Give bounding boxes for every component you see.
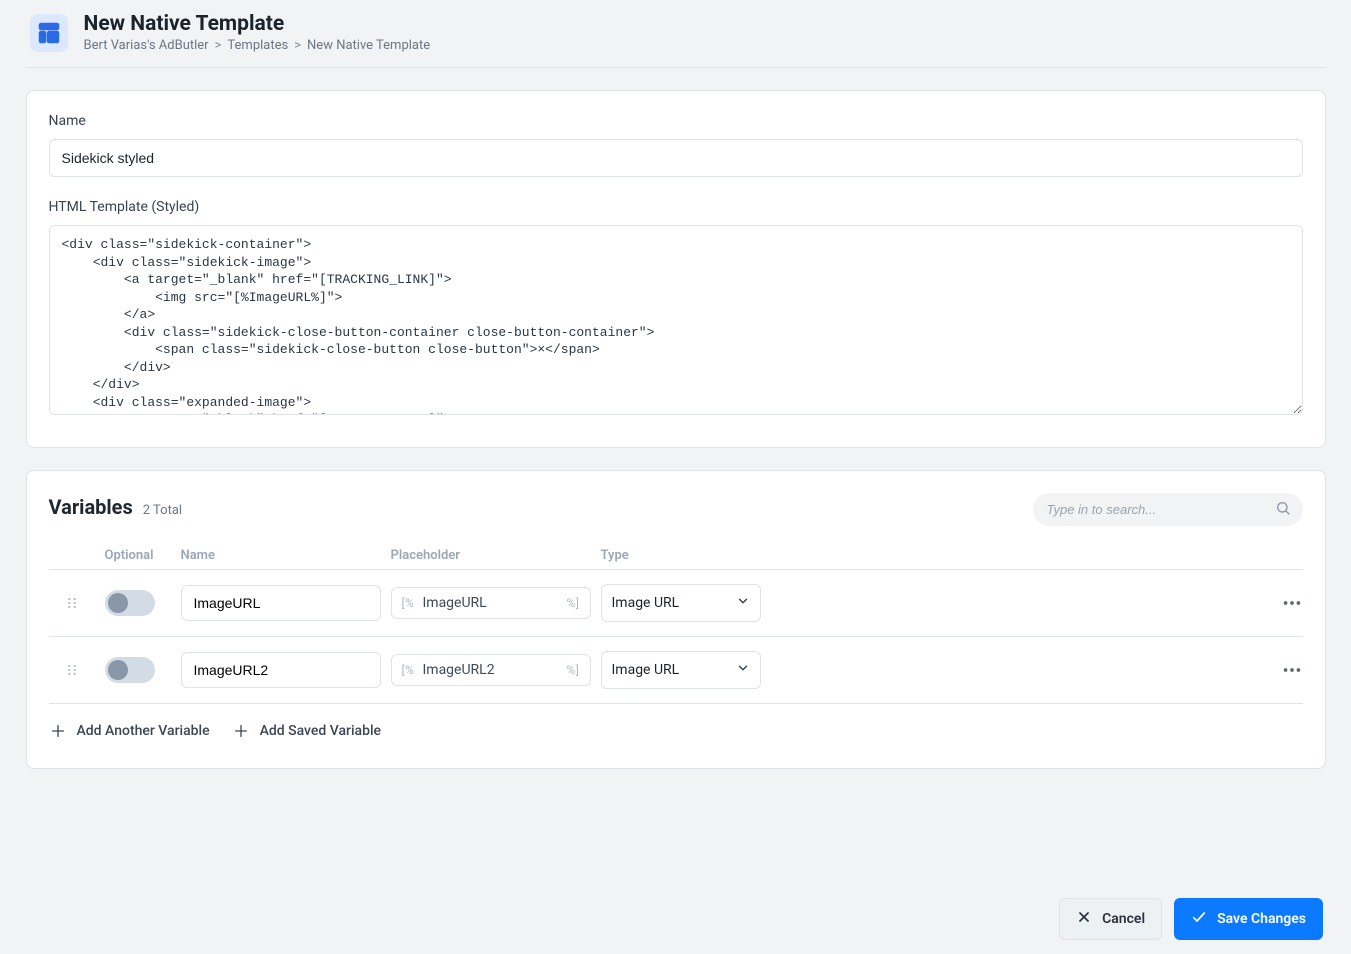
chevron-right-icon: >	[294, 38, 301, 53]
breadcrumb-item-current: New Native Template	[307, 38, 430, 53]
cancel-button[interactable]: Cancel	[1059, 898, 1162, 940]
breadcrumb: Bert Varias's AdButler > Templates > New…	[84, 38, 431, 53]
footer-actions: Cancel Save Changes	[0, 884, 1351, 954]
check-icon	[1191, 909, 1207, 929]
variable-type-select[interactable]: Image URL	[601, 584, 761, 622]
placeholder-suffix: %]	[567, 663, 580, 677]
template-form-panel: Name HTML Template (Styled)	[26, 90, 1326, 448]
drag-handle-icon[interactable]	[49, 595, 95, 611]
col-placeholder: Placeholder	[391, 548, 591, 563]
add-saved-variable-button[interactable]: Add Saved Variable	[232, 722, 381, 740]
optional-toggle[interactable]	[105, 590, 155, 616]
search-input[interactable]	[1033, 493, 1303, 526]
breadcrumb-item-root[interactable]: Bert Varias's AdButler	[84, 38, 209, 53]
name-input[interactable]	[49, 139, 1303, 177]
placeholder-prefix: [%	[402, 596, 415, 610]
row-more-button[interactable]	[1259, 592, 1303, 614]
row-more-button[interactable]	[1259, 659, 1303, 681]
chevron-right-icon: >	[215, 38, 222, 53]
variable-row: [% ImageURL %] Image URL	[49, 570, 1303, 637]
breadcrumb-item-templates[interactable]: Templates	[227, 38, 288, 53]
placeholder-value: ImageURL	[414, 595, 566, 611]
col-type: Type	[601, 548, 761, 563]
variables-title: Variables	[49, 495, 133, 519]
cancel-label: Cancel	[1102, 911, 1145, 927]
variable-row: [% ImageURL2 %] Image URL	[49, 637, 1303, 704]
html-template-textarea[interactable]	[49, 225, 1303, 415]
name-label: Name	[49, 113, 1303, 129]
variables-column-headers: Optional Name Placeholder Type	[49, 540, 1303, 570]
add-variable-label: Add Another Variable	[77, 723, 210, 739]
chevron-down-icon	[736, 594, 750, 612]
placeholder-value: ImageURL2	[414, 662, 566, 678]
select-value: Image URL	[612, 662, 680, 678]
variables-search[interactable]	[1033, 493, 1303, 526]
variables-panel: Variables 2 Total Optional Name Placehol…	[26, 470, 1326, 769]
save-label: Save Changes	[1217, 911, 1306, 927]
col-name: Name	[181, 548, 381, 563]
html-template-label: HTML Template (Styled)	[49, 199, 1303, 215]
variable-name-input[interactable]	[181, 585, 381, 621]
template-icon	[30, 14, 68, 52]
col-optional: Optional	[105, 548, 171, 563]
page-header: New Native Template Bert Varias's AdButl…	[26, 0, 1326, 68]
add-saved-variable-label: Add Saved Variable	[260, 723, 381, 739]
variable-placeholder-input[interactable]: [% ImageURL %]	[391, 587, 591, 619]
plus-icon	[232, 722, 250, 740]
variable-type-select[interactable]: Image URL	[601, 651, 761, 689]
placeholder-suffix: %]	[567, 596, 580, 610]
variable-name-input[interactable]	[181, 652, 381, 688]
optional-toggle[interactable]	[105, 657, 155, 683]
variables-total: 2 Total	[143, 503, 182, 518]
save-button[interactable]: Save Changes	[1174, 898, 1323, 940]
plus-icon	[49, 722, 67, 740]
select-value: Image URL	[612, 595, 680, 611]
close-icon	[1076, 909, 1092, 929]
page-title: New Native Template	[84, 12, 431, 36]
search-icon	[1275, 500, 1291, 520]
add-variable-button[interactable]: Add Another Variable	[49, 722, 210, 740]
variable-placeholder-input[interactable]: [% ImageURL2 %]	[391, 654, 591, 686]
chevron-down-icon	[736, 661, 750, 679]
placeholder-prefix: [%	[402, 663, 415, 677]
drag-handle-icon[interactable]	[49, 662, 95, 678]
